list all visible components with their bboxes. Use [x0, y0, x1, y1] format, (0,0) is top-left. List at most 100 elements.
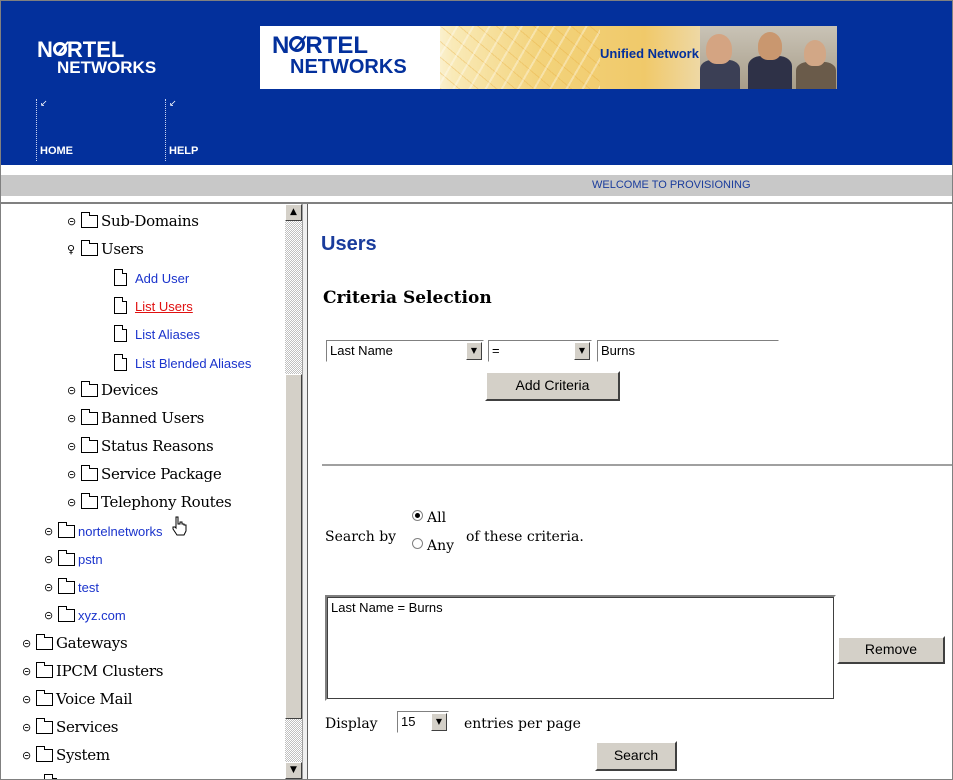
- banner-logo: N RTEL: [272, 32, 369, 59]
- tree-link-label[interactable]: List Blended Aliases: [135, 356, 251, 371]
- expand-icon[interactable]: ⊝: [67, 216, 79, 228]
- folder-icon: [81, 437, 98, 453]
- person-head: [804, 40, 826, 66]
- criteria-field-select[interactable]: Last Name ▼: [326, 340, 484, 362]
- expand-icon[interactable]: ⊝: [44, 582, 56, 594]
- expand-icon[interactable]: ⊝: [22, 694, 34, 706]
- radio-all[interactable]: [412, 510, 423, 521]
- folder-icon: [81, 212, 98, 228]
- scrollbar-thumb[interactable]: [285, 374, 302, 719]
- tree-item-label: Voice Mail: [56, 690, 133, 708]
- expand-icon[interactable]: ⊝: [22, 666, 34, 678]
- expand-icon[interactable]: ⊝: [44, 610, 56, 622]
- logo-o-icon: [52, 42, 67, 56]
- welcome-text: WELCOME TO PROVISIONING: [592, 179, 751, 191]
- tree-link-label[interactable]: Add User: [135, 271, 189, 286]
- expand-icon[interactable]: ⊝: [22, 638, 34, 650]
- collapse-icon[interactable]: ♀: [67, 244, 79, 256]
- folder-icon: [58, 578, 75, 594]
- tree-item-label: Service Package: [101, 465, 222, 483]
- folder-icon: [36, 634, 53, 650]
- folder-icon: [58, 522, 75, 538]
- tree-scrollbar[interactable]: ▲ ▼: [285, 204, 302, 779]
- criteria-value-text: Burns: [601, 343, 635, 358]
- expand-icon[interactable]: ⊝: [44, 554, 56, 566]
- tree-item-label: Services: [56, 718, 119, 736]
- radio-all-option[interactable]: All: [412, 510, 446, 526]
- person-head: [758, 32, 782, 60]
- header: N RTEL NETWORKS N RTEL NETWORKS Unified Ne…: [1, 1, 952, 165]
- banner-logo-sub: NETWORKS: [290, 56, 407, 78]
- entries-per-page-select[interactable]: 15 ▼: [397, 711, 449, 733]
- expand-icon[interactable]: ⊝: [22, 750, 34, 762]
- document-icon: [44, 774, 57, 779]
- expand-icon[interactable]: ⊝: [67, 469, 79, 481]
- expand-icon[interactable]: ⊝: [67, 441, 79, 453]
- radio-any-label: Any: [427, 538, 455, 554]
- section-title: Criteria Selection: [323, 288, 492, 308]
- search-button[interactable]: Search: [595, 741, 677, 771]
- radio-any-option[interactable]: Any: [412, 538, 454, 554]
- tree-item-label: System: [56, 746, 110, 764]
- radio-all-label: All: [427, 510, 447, 526]
- person-body: [748, 56, 792, 89]
- criteria-field-value: Last Name: [330, 343, 393, 358]
- chevron-down-icon[interactable]: ▼: [574, 342, 590, 360]
- navigation-tree: ⊝ Sub-Domains ♀ Users Add User List User…: [1, 204, 287, 779]
- nav-home-label: HOME: [40, 145, 73, 157]
- tree-link-label[interactable]: List Users: [135, 299, 193, 314]
- remove-button[interactable]: Remove: [837, 636, 945, 664]
- criteria-list-item[interactable]: Last Name = Burns: [331, 600, 443, 615]
- scroll-up-icon[interactable]: ▲: [285, 204, 302, 221]
- person-head: [706, 34, 732, 64]
- folder-icon: [36, 690, 53, 706]
- expand-icon[interactable]: ⊝: [67, 497, 79, 509]
- logo-prefix: N: [37, 37, 53, 62]
- tree-item-label: Sub-Domains: [101, 212, 199, 230]
- criteria-value-input[interactable]: Burns: [597, 340, 779, 362]
- document-icon: [114, 269, 127, 286]
- tree-item-label: Status Reasons: [101, 437, 214, 455]
- folder-icon: [81, 465, 98, 481]
- document-icon: [114, 297, 127, 314]
- entries-per-page-label: entries per page: [464, 716, 581, 732]
- tree-item-label: Gateways: [56, 634, 128, 652]
- person-body: [796, 62, 836, 89]
- document-icon: [114, 325, 127, 342]
- expand-icon[interactable]: ⊝: [67, 413, 79, 425]
- scroll-down-icon[interactable]: ▼: [285, 762, 302, 779]
- tree-item-label: IPCM Clusters: [56, 662, 164, 680]
- tree-link-label[interactable]: test: [78, 580, 99, 595]
- tree-item-label: Telephony Routes: [101, 493, 232, 511]
- tree-link-label[interactable]: pstn: [78, 552, 103, 567]
- nav-home[interactable]: ↙ HOME: [36, 99, 73, 161]
- page-title: Users: [321, 233, 377, 255]
- chevron-down-icon[interactable]: ▼: [466, 342, 482, 360]
- tree-link-label[interactable]: nortelnetworks: [78, 524, 163, 539]
- folder-icon: [58, 606, 75, 622]
- criteria-operator-select[interactable]: = ▼: [488, 340, 592, 362]
- tree-link-label[interactable]: List Aliases: [135, 327, 200, 342]
- hand-cursor-icon: [172, 516, 187, 536]
- tree-link-label[interactable]: xyz.com: [78, 608, 126, 623]
- folder-icon: [81, 381, 98, 397]
- expand-icon[interactable]: ⊝: [22, 722, 34, 734]
- document-icon: [114, 354, 127, 371]
- tree-item-label: Banned Users: [101, 409, 205, 427]
- criteria-suffix-label: of these criteria.: [466, 529, 584, 545]
- banner-tagline: Unified Network: [600, 46, 699, 61]
- expand-icon[interactable]: ⊝: [44, 526, 56, 538]
- add-criteria-button[interactable]: Add Criteria: [485, 371, 620, 401]
- display-label: Display: [325, 716, 378, 732]
- header-banner: N RTEL NETWORKS Unified Network: [260, 26, 837, 89]
- welcome-bar: WELCOME TO PROVISIONING: [1, 175, 952, 196]
- folder-icon: [36, 662, 53, 678]
- chevron-down-icon[interactable]: ▼: [431, 713, 447, 731]
- expand-icon[interactable]: ⊝: [67, 385, 79, 397]
- nav-help[interactable]: ↙ HELP: [165, 99, 198, 161]
- tree-item-label: Devices: [101, 381, 159, 399]
- radio-any[interactable]: [412, 538, 423, 549]
- criteria-operator-value: =: [492, 343, 500, 358]
- banner-logo-o-icon: [289, 36, 306, 52]
- criteria-listbox[interactable]: Last Name = Burns: [325, 595, 836, 701]
